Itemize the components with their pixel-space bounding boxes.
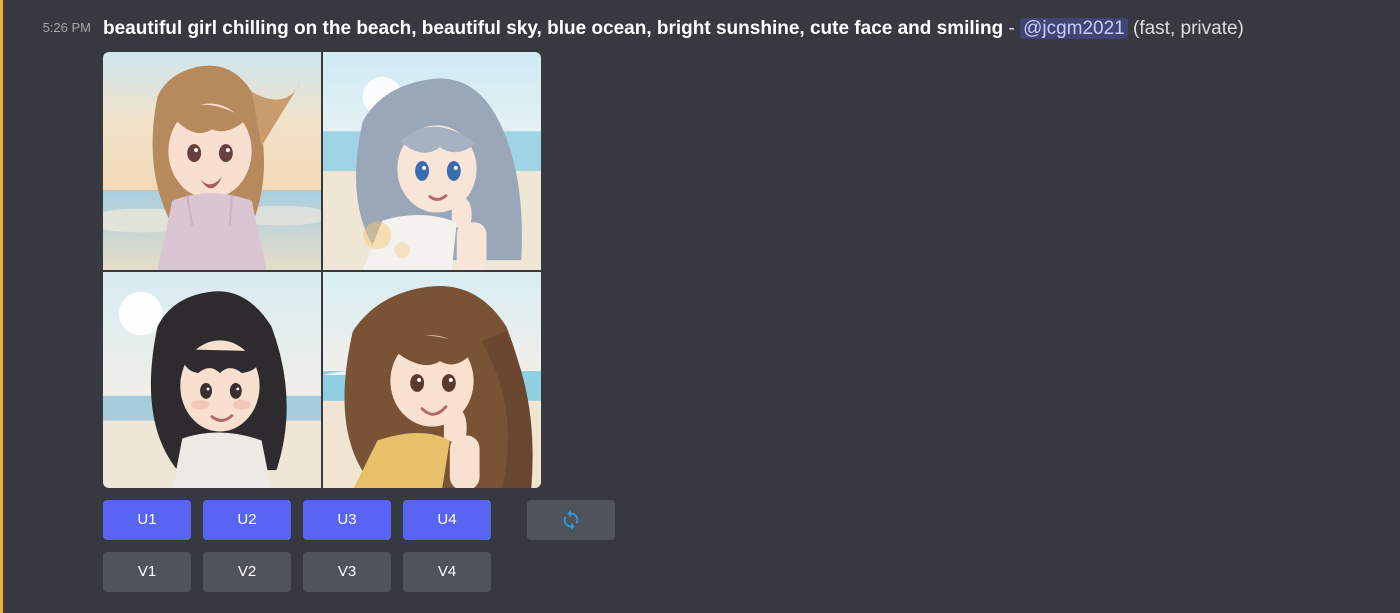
upscale-button-row: U1 U2 U3 U4 — [103, 500, 1400, 540]
user-mention[interactable]: @jcgm2021 — [1020, 18, 1128, 39]
message-content: beautiful girl chilling on the beach, be… — [103, 16, 1400, 604]
message-row: 5:26 PM beautiful girl chilling on the b… — [0, 0, 1400, 613]
prompt-line: beautiful girl chilling on the beach, be… — [103, 16, 1400, 42]
reroll-icon — [560, 509, 582, 531]
v2-button[interactable]: V2 — [203, 552, 291, 592]
image-cell-4 — [323, 272, 541, 488]
reroll-button[interactable] — [527, 500, 615, 540]
generated-image-grid[interactable] — [103, 52, 541, 488]
variation-button-row: V1 V2 V3 V4 — [103, 552, 1400, 592]
image-cell-3 — [103, 272, 321, 488]
u3-button[interactable]: U3 — [303, 500, 391, 540]
prompt-text: beautiful girl chilling on the beach, be… — [103, 18, 1003, 39]
v4-button[interactable]: V4 — [403, 552, 491, 592]
v3-button[interactable]: V3 — [303, 552, 391, 592]
v1-button[interactable]: V1 — [103, 552, 191, 592]
generation-mode: (fast, private) — [1128, 18, 1244, 39]
u2-button[interactable]: U2 — [203, 500, 291, 540]
message-timestamp: 5:26 PM — [7, 16, 103, 35]
u4-button[interactable]: U4 — [403, 500, 491, 540]
image-cell-1 — [103, 52, 321, 270]
button-spacer — [503, 500, 515, 540]
u1-button[interactable]: U1 — [103, 500, 191, 540]
prompt-separator: - — [1003, 18, 1020, 39]
image-cell-2 — [323, 52, 541, 270]
